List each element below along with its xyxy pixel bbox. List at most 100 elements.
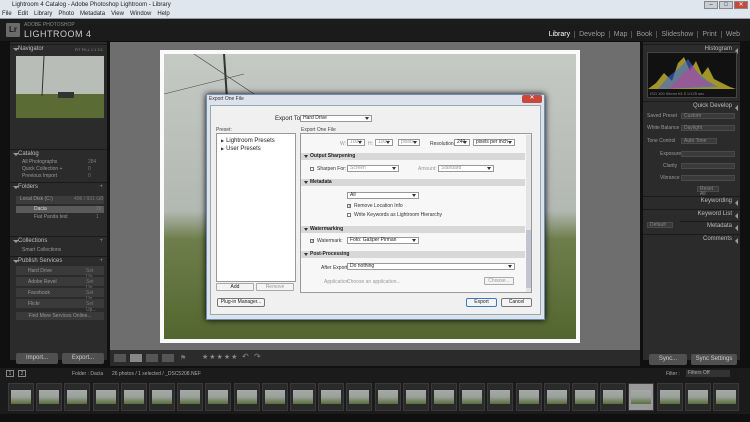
navigator-zoom-options[interactable]: FIT FILL 1:1 3:1 (75, 45, 103, 54)
publish-services-header[interactable]: Publish Services + (10, 256, 107, 265)
collection-smart[interactable]: Smart Collections (22, 247, 61, 253)
cancel-button[interactable]: Cancel (501, 298, 532, 307)
page-2[interactable]: 2 (18, 370, 26, 377)
filmstrip-thumbnail[interactable] (374, 383, 401, 411)
grid-view-icon[interactable] (114, 354, 126, 362)
resolution-input[interactable]: 240 (454, 139, 470, 146)
metadata-section-header[interactable]: Metadata (301, 179, 525, 186)
compare-view-icon[interactable] (146, 354, 158, 362)
module-web[interactable]: Web (720, 31, 744, 38)
minimize-button[interactable]: – (704, 1, 718, 9)
after-export-select[interactable]: Do nothing (347, 263, 515, 270)
filmstrip-thumbnail[interactable] (261, 383, 288, 411)
menu-edit[interactable]: Edit (18, 10, 28, 18)
keyword-list-header[interactable]: Keyword List (643, 209, 740, 219)
filmstrip-thumbnail[interactable] (290, 383, 316, 411)
menu-metadata[interactable]: Metadata (80, 10, 105, 18)
choose-application-button[interactable]: Choose... (484, 277, 514, 285)
output-sharpening-header[interactable]: Output Sharpening (301, 153, 525, 160)
vibrance-buttons[interactable] (681, 175, 735, 181)
comments-header[interactable]: Comments (643, 234, 740, 244)
add-preset-button[interactable]: Add (216, 283, 254, 291)
find-more-services[interactable]: Find More Services Online... (16, 312, 104, 320)
filmstrip-thumbnail[interactable] (149, 383, 175, 411)
sync-settings-button[interactable]: Sync Settings (691, 354, 737, 365)
reset-all-button[interactable]: Reset All (697, 186, 719, 197)
catalog-item-quick[interactable]: Quick Collection +0 (22, 166, 91, 172)
filmstrip-thumbnail[interactable] (628, 383, 655, 411)
resolution-unit-select[interactable]: pixels per inch (473, 139, 515, 146)
filmstrip-thumbnail[interactable] (64, 383, 91, 411)
keywording-header[interactable]: Keywording (643, 196, 740, 206)
folders-header[interactable]: Folders + (10, 182, 107, 191)
menu-library[interactable]: Library (34, 10, 52, 18)
amount-select[interactable]: Standard (438, 165, 494, 172)
metadata-header[interactable]: Metadata (680, 221, 740, 231)
filmstrip-thumbnail[interactable] (656, 383, 683, 411)
height-input[interactable]: 1000 (375, 139, 393, 146)
filmstrip-thumbnail[interactable] (600, 383, 627, 411)
menu-help[interactable]: Help (157, 10, 169, 18)
catalog-item-previous[interactable]: Previous Import 0 (22, 173, 91, 179)
filmstrip-thumbnail[interactable] (713, 383, 739, 411)
clarity-buttons[interactable] (681, 163, 735, 169)
filmstrip-thumbnail[interactable] (205, 383, 232, 411)
menu-view[interactable]: View (111, 10, 124, 18)
settings-scrollbar-thumb[interactable] (526, 230, 531, 288)
module-book[interactable]: Book (631, 31, 656, 38)
application-placeholder[interactable]: Choose an application... (347, 279, 401, 285)
maximize-button[interactable]: □ (719, 1, 733, 9)
module-library[interactable]: Library (545, 31, 574, 38)
filmstrip-thumbnail[interactable] (515, 383, 542, 411)
remove-preset-button[interactable]: Remove (256, 283, 294, 291)
white-balance-select[interactable]: Daylight (681, 125, 735, 131)
filter-select[interactable]: Filters Off (686, 370, 730, 377)
quick-develop-header[interactable]: Quick Develop (643, 101, 740, 111)
filmstrip-thumbnail[interactable] (684, 383, 711, 411)
menu-file[interactable]: File (2, 10, 12, 18)
size-unit-select[interactable]: pixels (398, 139, 420, 146)
filmstrip-thumbnail[interactable] (318, 383, 345, 411)
width-input[interactable]: 1000 (347, 139, 365, 146)
exposure-buttons[interactable] (681, 151, 735, 157)
rotate-left-icon[interactable]: ↶ (242, 352, 249, 361)
survey-view-icon[interactable] (162, 354, 174, 362)
preset-list[interactable] (216, 133, 296, 282)
navigator-header[interactable]: Navigator FIT FILL 1:1 3:1 (10, 44, 107, 53)
publish-facebook[interactable]: FacebookSet Up... (16, 288, 104, 302)
filmstrip-thumbnail[interactable] (572, 383, 598, 411)
export-to-select[interactable]: Hard Drive (300, 115, 372, 122)
watermark-checkbox[interactable] (310, 238, 314, 243)
watermarking-header[interactable]: Watermarking (301, 226, 525, 233)
write-keywords-checkbox[interactable] (347, 213, 351, 217)
filmstrip-thumbnail[interactable] (459, 383, 486, 411)
auto-tone-button[interactable]: Auto Tone (681, 138, 717, 144)
collections-header[interactable]: Collections + (10, 236, 107, 245)
export-confirm-button[interactable]: Export (466, 298, 497, 307)
module-slideshow[interactable]: Slideshow (656, 31, 697, 38)
filmstrip-thumbnail[interactable] (36, 383, 63, 411)
filmstrip-thumbnail[interactable] (543, 383, 570, 411)
filmstrip-thumbnail[interactable] (431, 383, 457, 411)
metadata-select[interactable]: All (347, 192, 419, 199)
catalog-header[interactable]: Catalog (10, 149, 107, 158)
filmstrip-thumbnail[interactable] (8, 383, 34, 411)
close-button[interactable]: ✕ (734, 1, 748, 9)
watermark-select[interactable]: Foto: Gašper Pirman (347, 237, 419, 244)
star-rating[interactable]: ★★★★★ (202, 353, 238, 361)
saved-preset-select[interactable]: Custom (681, 113, 735, 119)
post-processing-header[interactable]: Post-Processing (301, 251, 525, 258)
filmstrip-thumbnail[interactable] (177, 383, 204, 411)
sharpen-for-select[interactable]: Screen (347, 165, 399, 172)
preset-user[interactable]: User Presets (221, 146, 261, 152)
dialog-close-button[interactable]: ✕ (522, 95, 542, 103)
import-button[interactable]: Import... (16, 353, 58, 364)
plugin-manager-button[interactable]: Plug-in Manager... (217, 298, 265, 307)
publish-adobe-revel[interactable]: Adobe RevelSet Up... (16, 277, 104, 291)
sharpen-checkbox[interactable] (310, 167, 314, 171)
filmstrip-thumbnail[interactable] (92, 383, 119, 411)
sync-button[interactable]: Sync... (649, 354, 687, 365)
folder-item-fiat[interactable]: Fiat Panda test 1 (16, 214, 104, 220)
module-map[interactable]: Map (608, 31, 632, 38)
menu-window[interactable]: Window (130, 10, 151, 18)
